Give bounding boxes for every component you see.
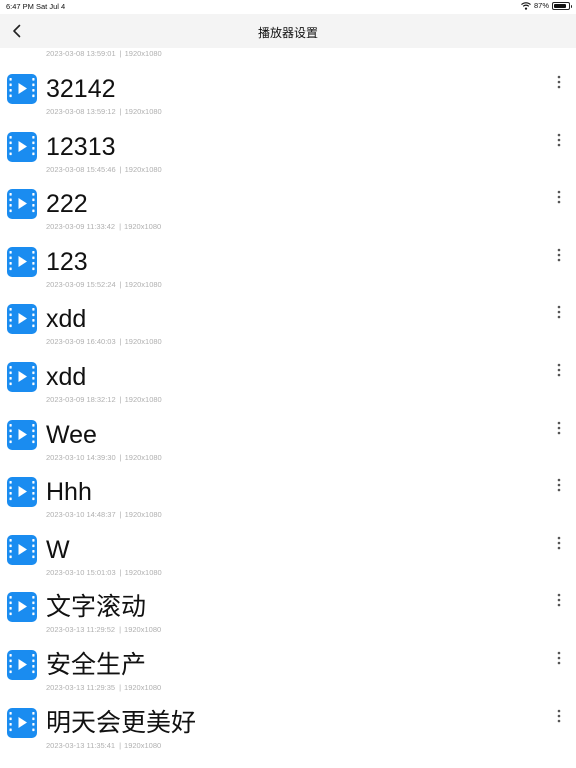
item-title: Hhh	[46, 478, 92, 507]
more-options-button[interactable]	[550, 361, 568, 379]
more-vertical-icon	[557, 709, 561, 722]
list-item[interactable]: 明天会更美好 2023-03-13 11:35:41 | 1920x1080	[0, 682, 576, 750]
video-file-icon	[7, 592, 37, 623]
wifi-icon	[521, 1, 531, 10]
list-item[interactable]: W 2023-03-10 15:01:03 | 1920x1080	[0, 509, 576, 577]
video-file-icon	[7, 650, 37, 680]
list-item[interactable]: 安全生产 2023-03-13 11:29:35 | 1920x1080	[0, 624, 576, 692]
more-vertical-icon	[557, 133, 561, 146]
more-vertical-icon	[557, 536, 561, 550]
more-options-button[interactable]	[550, 246, 568, 264]
battery-fill	[554, 3, 566, 8]
item-date: 2023-03-13 11:35:41	[46, 740, 116, 750]
item-title: xdd	[46, 305, 87, 334]
video-file-icon	[7, 189, 37, 220]
more-options-button[interactable]	[550, 131, 568, 149]
list-item[interactable]: 32142 2023-03-08 13:59:12 | 1920x1080	[0, 48, 576, 116]
more-options-button[interactable]	[550, 534, 568, 552]
list-item[interactable]: xdd 2023-03-09 18:32:12 | 1920x1080	[0, 336, 576, 404]
video-file-icon	[7, 419, 37, 450]
more-options-button[interactable]	[550, 591, 568, 609]
list-item[interactable]: 文字滚动 2023-03-13 11:29:52 | 1920x1080	[0, 566, 576, 634]
navigation-bar: 播放器设置	[0, 14, 576, 48]
meta-separator: |	[119, 740, 122, 750]
item-title: Wee	[46, 420, 97, 449]
item-title: 文字滚动	[46, 593, 147, 622]
more-options-button[interactable]	[550, 707, 568, 725]
item-title: 安全生产	[46, 651, 147, 679]
item-title: xdd	[46, 363, 87, 391]
list-item[interactable]: Hhh 2023-03-10 14:48:37 | 1920x1080	[0, 451, 576, 519]
more-vertical-icon	[557, 594, 561, 607]
video-file-icon	[7, 362, 37, 392]
status-time: 6:47 PM	[6, 2, 34, 11]
more-options-button[interactable]	[550, 476, 568, 494]
item-title: 明天会更美好	[46, 708, 197, 737]
status-bar: 6:47 PM Sat Jul 4 87%	[0, 0, 576, 14]
item-title: 123	[46, 247, 88, 276]
video-file-icon	[7, 131, 37, 162]
more-vertical-icon	[557, 306, 561, 319]
video-file-icon	[7, 74, 37, 104]
more-options-button[interactable]	[550, 73, 568, 91]
item-title: W	[46, 535, 70, 564]
item-title: 12313	[46, 132, 116, 161]
more-vertical-icon	[557, 75, 561, 89]
more-options-button[interactable]	[550, 303, 568, 321]
battery-icon	[552, 1, 572, 10]
page-title: 播放器设置	[257, 26, 318, 40]
more-options-button[interactable]	[550, 188, 568, 206]
more-vertical-icon	[557, 478, 561, 492]
more-options-button[interactable]	[550, 649, 568, 667]
battery-percent: 87%	[533, 1, 549, 10]
list-item[interactable]: 12313 2023-03-08 15:45:46 | 1920x1080	[0, 106, 576, 174]
video-file-icon	[7, 304, 37, 335]
item-resolution: 1920x1080	[124, 740, 162, 750]
more-vertical-icon	[557, 363, 561, 377]
more-vertical-icon	[557, 651, 561, 665]
file-list[interactable]: 2023-03-08 13:59:01 | 1920x1080 32142 2023…	[0, 48, 576, 768]
video-file-icon	[7, 707, 37, 738]
list-item[interactable]: 123 2023-03-09 15:52:24 | 1920x1080	[0, 221, 576, 289]
video-file-icon	[7, 246, 37, 277]
status-indicators: 87%	[521, 1, 572, 10]
list-item[interactable]: xdd 2023-03-09 16:40:03 | 1920x1080	[0, 278, 576, 346]
video-file-icon	[7, 477, 37, 508]
more-vertical-icon	[557, 248, 561, 262]
more-vertical-icon	[557, 190, 561, 204]
status-date: Sat Jul 4	[36, 2, 66, 11]
more-vertical-icon	[557, 421, 561, 434]
more-options-button[interactable]	[550, 419, 568, 437]
list-item[interactable]: Wee 2023-03-10 14:39:30 | 1920x1080	[0, 394, 576, 462]
video-file-icon	[7, 534, 37, 565]
item-title: 222	[46, 190, 88, 219]
item-meta: 2023-03-13 11:35:41 | 1920x1080	[46, 741, 161, 750]
list-item[interactable]: 222 2023-03-09 11:33:42 | 1920x1080	[0, 163, 576, 231]
item-title: 32142	[46, 75, 116, 103]
